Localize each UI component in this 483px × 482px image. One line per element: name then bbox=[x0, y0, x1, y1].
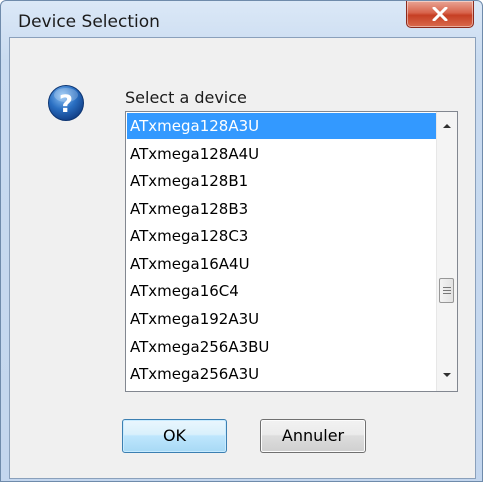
list-item[interactable]: ATxmega128A4U bbox=[127, 141, 437, 167]
device-listbox[interactable]: ATxmega128A3U ATxmega128A4U ATxmega128B1… bbox=[125, 111, 458, 392]
ok-button[interactable]: OK bbox=[122, 419, 227, 453]
list-item[interactable]: ATxmega128A3U bbox=[127, 113, 437, 139]
list-item[interactable]: ATxmega256A3U bbox=[127, 361, 437, 387]
list-item[interactable]: ATxmega256A3BU bbox=[127, 334, 437, 360]
vertical-scrollbar[interactable] bbox=[436, 112, 457, 391]
select-device-label: Select a device bbox=[125, 88, 247, 107]
scroll-down-arrow-icon[interactable] bbox=[441, 369, 453, 381]
cancel-button[interactable]: Annuler bbox=[260, 419, 366, 453]
device-selection-window: Device Selection ? Select a device ATxme… bbox=[0, 0, 483, 482]
close-icon bbox=[432, 7, 448, 21]
list-item[interactable]: ATxmega128B1 bbox=[127, 168, 437, 194]
svg-text:?: ? bbox=[59, 90, 73, 118]
list-item[interactable]: ATxmega128C3 bbox=[127, 223, 437, 249]
question-icon: ? bbox=[48, 85, 84, 121]
title-bar[interactable]: Device Selection bbox=[1, 1, 482, 37]
close-button[interactable] bbox=[406, 1, 474, 28]
list-item[interactable]: ATxmega16A4U bbox=[127, 251, 437, 277]
scrollbar-thumb[interactable] bbox=[439, 278, 454, 303]
window-title: Device Selection bbox=[18, 12, 160, 32]
list-item[interactable]: ATxmega16C4 bbox=[127, 278, 437, 304]
scroll-up-arrow-icon[interactable] bbox=[441, 120, 453, 132]
list-item[interactable]: ATxmega128B3 bbox=[127, 196, 437, 222]
dialog-body: ? Select a device ATxmega128A3U ATxmega1… bbox=[9, 37, 476, 479]
list-item[interactable]: ATxmega192A3U bbox=[127, 306, 437, 332]
